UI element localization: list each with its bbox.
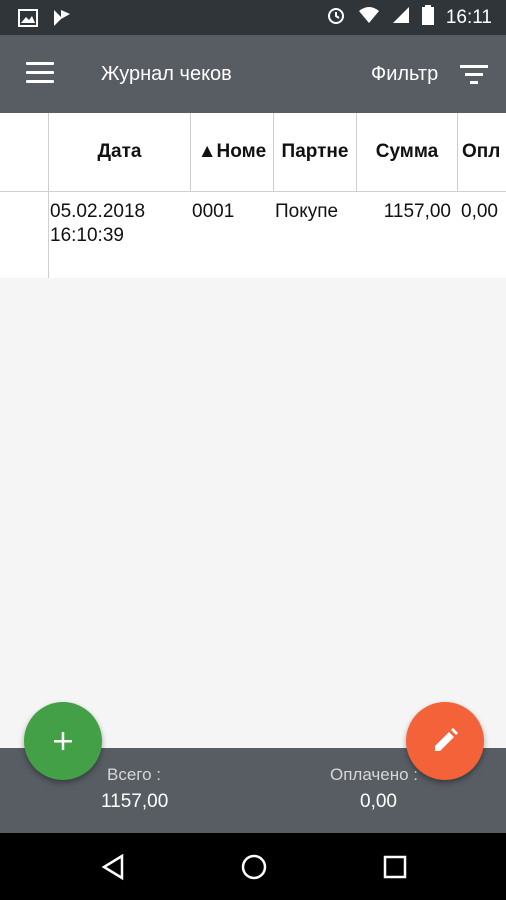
col-header-sum[interactable]: Сумма [357,113,457,191]
home-icon[interactable] [240,853,268,881]
cell-date-day: 05.02.2018 [50,201,146,222]
edit-button[interactable] [406,702,484,780]
add-receipt-button[interactable] [24,702,102,780]
wifi-icon [358,6,380,30]
col-header-date[interactable]: Дата [49,113,190,191]
col-header-partner[interactable]: Партне [274,113,356,191]
recents-icon[interactable] [382,854,408,880]
paid-label: Оплачено : [330,765,419,784]
system-nav-bar [0,833,506,900]
app-bar: Журнал чеков Фильтр [0,35,506,113]
cell-paid: 0,00 [461,201,498,222]
image-icon [18,9,38,32]
filter-button[interactable]: Фильтр [371,63,438,86]
battery-icon [421,4,434,31]
menu-icon[interactable] [26,62,54,86]
back-icon[interactable] [100,853,126,881]
table-header: Дата ▲Номе Партне Сумма Опл [0,113,506,192]
signal-icon [392,6,410,30]
status-bar: 16:11 [0,0,506,35]
total-label: Всего : [107,765,162,784]
plus-icon [54,732,72,750]
pencil-icon [435,728,458,751]
app-notification-icon [52,8,72,33]
col-header-paid[interactable]: Опл [458,113,506,191]
total-value: 1157,00 [101,791,169,812]
page-title: Журнал чеков [101,63,232,85]
filter-icon[interactable] [458,62,490,86]
status-time: 16:11 [445,6,492,28]
cell-date-time: 16:10:39 [50,225,124,246]
col-header-number[interactable]: ▲Номе [191,113,273,191]
empty-area [0,278,506,748]
receipts-table: Дата ▲Номе Партне Сумма Опл 05.02.2018 1… [0,113,506,279]
cell-partner: Покупе [275,201,339,222]
cell-sum: 1157,00 [383,201,451,222]
cell-date: 05.02.2018 16:10:39 [50,192,190,278]
table-row[interactable]: 05.02.2018 16:10:39 0001 Покупе 1157,00 … [0,192,506,279]
cell-number: 0001 [192,201,235,222]
paid-value: 0,00 [360,791,397,812]
alarm-icon [326,5,346,31]
